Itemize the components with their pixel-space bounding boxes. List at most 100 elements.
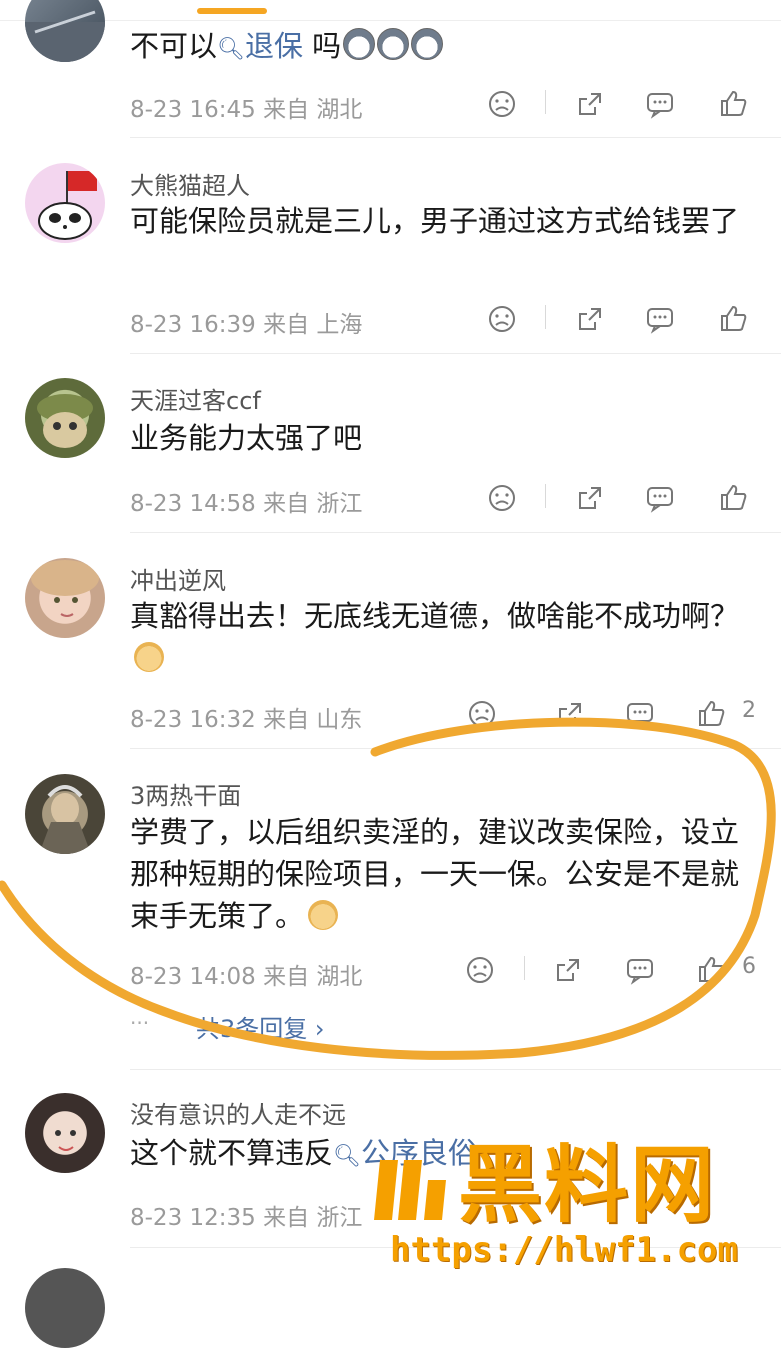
share-icon: [559, 703, 581, 725]
like-count: 6: [742, 954, 756, 979]
like-button[interactable]: [714, 478, 754, 518]
like-button[interactable]: [714, 84, 754, 124]
username[interactable]: 冲出逆风: [130, 561, 226, 596]
comment-content: 业务能力太强了吧: [130, 421, 363, 455]
thumbs-up-icon: [721, 305, 747, 331]
comment-icon: [627, 703, 653, 729]
comment-icon: [647, 308, 673, 334]
comment-icon: [627, 959, 653, 985]
share-button[interactable]: [550, 694, 590, 734]
frown-icon: [489, 91, 515, 117]
tab-indicator: [197, 8, 267, 14]
comment-meta: 8-23 12:35 来自 浙江: [130, 1205, 363, 1231]
avatar[interactable]: [25, 558, 105, 638]
share-icon: [579, 93, 601, 115]
avatar[interactable]: [25, 1268, 105, 1348]
avatar-image: [31, 560, 99, 617]
husky-emoji-icon: [377, 28, 410, 60]
avatar-image: [25, 10, 105, 62]
doge-emoji-icon: [134, 642, 164, 672]
comment-content: 学费了，以后组织卖淫的，建议改卖保险，设立那种短期的保险项目，一天一保。公安是不…: [130, 815, 740, 933]
like-button[interactable]: [692, 694, 732, 734]
comment-divider: [130, 1069, 781, 1070]
avatar-image: [55, 1130, 76, 1151]
dislike-button[interactable]: [482, 478, 522, 518]
dislike-button[interactable]: [460, 950, 500, 990]
username[interactable]: 没有意识的人走不远: [130, 1095, 346, 1130]
username[interactable]: 3两热干面: [130, 776, 241, 811]
comment-meta: 8-23 16:39 来自 上海: [130, 312, 363, 338]
avatar[interactable]: [25, 1093, 105, 1173]
frown-icon: [469, 701, 495, 727]
search-icon: 🔍︎: [333, 1144, 361, 1169]
reply-button[interactable]: [640, 478, 680, 518]
share-button[interactable]: [570, 478, 610, 518]
husky-emoji-icon: [343, 28, 376, 60]
avatar[interactable]: [25, 0, 105, 62]
watermark-title: 黑料网: [458, 1136, 717, 1234]
comment-actions: 6: [467, 950, 770, 990]
avatar-image: [37, 394, 93, 448]
comment-meta: 8-23 14:58 来自 浙江: [130, 491, 363, 517]
husky-emoji-icon: [411, 28, 444, 60]
panda-avatar-image: [38, 171, 97, 240]
share-button[interactable]: [570, 299, 610, 339]
action-separator: [545, 484, 546, 508]
comment-content: 真豁得出去！无底线无道德，做啥能不成功啊？: [130, 595, 750, 679]
topic-link[interactable]: 🔍︎退保: [217, 29, 303, 63]
comment-actions: 2: [469, 694, 770, 734]
comment-meta: 8-23 16:32 来自 山东: [130, 707, 363, 733]
avatar[interactable]: [25, 378, 105, 458]
avatar[interactable]: [25, 774, 105, 854]
watermark-url: https://hlwf1.com: [390, 1230, 738, 1270]
thumbs-up-icon: [699, 700, 725, 726]
avatar[interactable]: [25, 163, 105, 243]
action-separator: [545, 90, 546, 114]
thumbs-up-icon: [699, 956, 725, 982]
comment-content: 可能保险员就是三儿，男子通过这方式给钱罢了: [130, 204, 740, 238]
frown-icon: [489, 306, 515, 332]
comment-icon: [647, 487, 673, 513]
watermark-logo-icon: [374, 1160, 446, 1220]
avatar-image: [39, 785, 91, 854]
thumbs-up-icon: [721, 484, 747, 510]
doge-emoji-icon: [308, 900, 339, 930]
comment-actions: [470, 84, 770, 124]
replies-indent-dots: ···: [130, 1011, 150, 1035]
reply-button[interactable]: [640, 84, 680, 124]
comment-meta: 8-23 16:45 来自 湖北: [130, 97, 363, 123]
like-count: 2: [742, 698, 756, 723]
username[interactable]: 大熊猫超人: [130, 166, 250, 201]
comment-actions: [470, 478, 770, 518]
share-icon: [579, 308, 601, 330]
search-icon: 🔍︎: [217, 37, 245, 62]
like-button[interactable]: [714, 299, 754, 339]
thumbs-up-icon: [721, 90, 747, 116]
username[interactable]: 天涯过客ccf: [130, 381, 261, 416]
comment-divider: [130, 353, 781, 354]
comment-content: 不可以🔍︎退保 吗: [130, 25, 750, 71]
share-button[interactable]: [548, 950, 588, 990]
dislike-button[interactable]: [482, 84, 522, 124]
watermark: 黑料网 https://hlwf1.com: [370, 1135, 770, 1275]
comment-divider: [130, 137, 781, 138]
reply-button[interactable]: [640, 299, 680, 339]
comment-divider: [130, 532, 781, 533]
view-replies-link[interactable]: 共3条回复 ›: [196, 1009, 325, 1044]
comment-icon: [647, 93, 673, 119]
dislike-button[interactable]: [462, 694, 502, 734]
action-separator: [524, 956, 525, 980]
share-button[interactable]: [570, 84, 610, 124]
like-button[interactable]: [692, 950, 732, 990]
share-icon: [579, 487, 601, 509]
action-separator: [545, 305, 546, 329]
share-icon: [557, 959, 579, 981]
comment-divider: [130, 748, 781, 749]
comment-meta: 8-23 14:08 来自 湖北: [130, 964, 363, 990]
reply-button[interactable]: [620, 694, 660, 734]
frown-icon: [467, 957, 493, 983]
reply-button[interactable]: [620, 950, 660, 990]
dislike-button[interactable]: [482, 299, 522, 339]
top-divider: [0, 20, 781, 21]
frown-icon: [489, 485, 515, 511]
